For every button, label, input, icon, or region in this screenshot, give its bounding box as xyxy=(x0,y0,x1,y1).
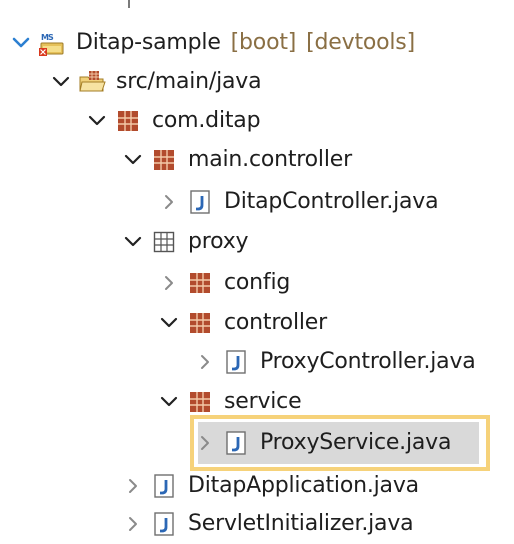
chevron-right-icon[interactable] xyxy=(194,432,216,454)
package-icon xyxy=(186,309,214,337)
spring-project-icon: M S xyxy=(38,29,66,57)
tree-item-label: service xyxy=(224,389,302,414)
tree-item-root[interactable]: M S Ditap-sample [boot] [devtools] xyxy=(10,23,415,63)
boot-decorator: [boot] xyxy=(230,30,297,55)
chevron-down-icon[interactable] xyxy=(158,312,180,334)
tree-item-com-ditap[interactable]: com.ditap xyxy=(86,101,261,141)
tree-item-label: ProxyService.java xyxy=(260,430,452,455)
svg-text:S: S xyxy=(48,33,54,42)
chevron-down-icon[interactable] xyxy=(122,231,144,253)
java-file-icon xyxy=(186,188,214,216)
tree-item-label: DitapApplication.java xyxy=(188,473,419,498)
chevron-down-icon[interactable] xyxy=(122,149,144,171)
tree-item-proxy-controller-java[interactable]: ProxyController.java xyxy=(194,342,476,382)
tree-item-ditap-application-java[interactable]: DitapApplication.java xyxy=(122,466,419,506)
source-folder-icon xyxy=(78,68,106,96)
tree-item-service[interactable]: service xyxy=(158,382,302,422)
package-icon xyxy=(114,107,142,135)
tree-item-main-controller[interactable]: main.controller xyxy=(122,140,352,180)
tree-item-config[interactable]: config xyxy=(158,263,290,303)
java-file-icon xyxy=(150,510,178,538)
chevron-right-icon[interactable] xyxy=(158,191,180,213)
tree-item-label: DitapController.java xyxy=(224,189,439,214)
chevron-right-icon[interactable] xyxy=(194,351,216,373)
java-file-icon xyxy=(222,348,250,376)
java-file-icon xyxy=(150,472,178,500)
empty-package-icon xyxy=(150,228,178,256)
package-icon xyxy=(186,269,214,297)
tree-item-label: config xyxy=(224,270,291,295)
root-project-label: Ditap-sample xyxy=(76,30,221,55)
tree-item-proxy[interactable]: proxy xyxy=(122,222,249,262)
tree-item-label: main.controller xyxy=(188,147,352,172)
tree-item-controller[interactable]: controller xyxy=(158,303,327,343)
chevron-down-icon[interactable] xyxy=(50,71,72,93)
tree-item-label: ProxyController.java xyxy=(260,349,476,374)
java-file-icon xyxy=(222,429,250,457)
tree-item-label: controller xyxy=(224,310,327,335)
tree-item-src-main-java[interactable]: src/main/java xyxy=(50,62,262,102)
tree-item-label: src/main/java xyxy=(116,69,262,94)
package-icon xyxy=(150,146,178,174)
chevron-down-icon[interactable] xyxy=(10,32,32,54)
chevron-down-icon[interactable] xyxy=(158,391,180,413)
chevron-right-icon[interactable] xyxy=(122,475,144,497)
chevron-right-icon[interactable] xyxy=(122,513,144,535)
tree-item-servlet-initializer-java[interactable]: ServletInitializer.java xyxy=(122,504,414,544)
tree-item-label: com.ditap xyxy=(152,108,261,133)
tree-item-proxy-service-java[interactable]: ProxyService.java xyxy=(194,423,451,463)
scroll-cut-line xyxy=(128,0,130,8)
project-explorer-tree: M S Ditap-sample [boot] [devtools] src/m… xyxy=(0,0,514,538)
tree-item-label: ServletInitializer.java xyxy=(188,511,414,536)
tree-item-label: proxy xyxy=(188,229,249,254)
chevron-down-icon[interactable] xyxy=(86,110,108,132)
tree-item-ditap-controller-java[interactable]: DitapController.java xyxy=(158,182,439,222)
chevron-right-icon[interactable] xyxy=(158,272,180,294)
devtools-decorator: [devtools] xyxy=(306,30,415,55)
package-icon xyxy=(186,388,214,416)
